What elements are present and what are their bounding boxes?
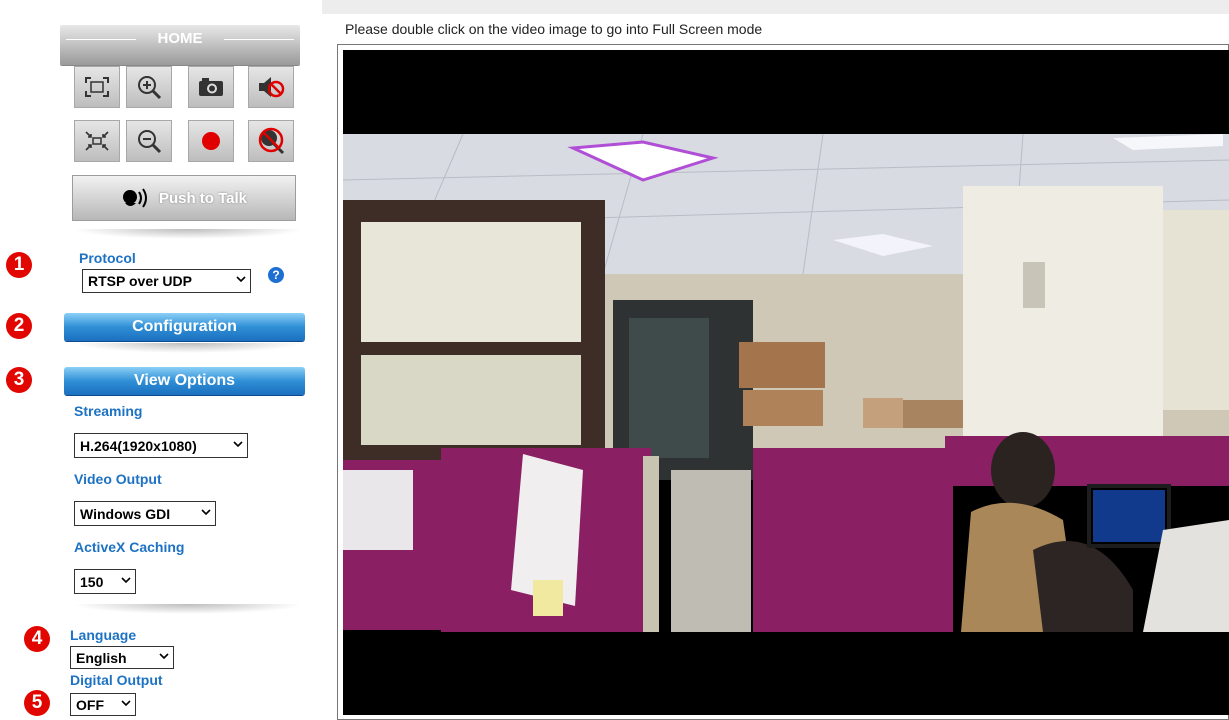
- language-select[interactable]: English: [70, 646, 174, 669]
- fit-screen-icon: [85, 77, 109, 97]
- exit-fullscreen-button[interactable]: [74, 120, 120, 162]
- camera-icon: [199, 78, 223, 96]
- streaming-select[interactable]: H.264(1920x1080): [74, 433, 248, 458]
- language-label: Language: [70, 627, 137, 643]
- step-badge-3: 3: [6, 367, 32, 393]
- protocol-label: Protocol: [79, 250, 136, 266]
- chevron-down-icon: [121, 576, 131, 583]
- streaming-value: H.264(1920x1080): [80, 437, 197, 454]
- view-options-button[interactable]: View Options: [64, 367, 305, 395]
- video-output-label: Video Output: [74, 471, 162, 487]
- fullscreen-button[interactable]: [74, 66, 120, 108]
- digital-output-label: Digital Output: [70, 672, 163, 688]
- record-button[interactable]: [188, 120, 234, 162]
- separator: [72, 229, 304, 239]
- activex-caching-select[interactable]: 150: [74, 569, 136, 594]
- mute-button[interactable]: [248, 66, 294, 108]
- left-control-panel: HOME Push to Talk 1 Protocol RTSP over U…: [0, 0, 330, 720]
- digital-output-select[interactable]: OFF: [70, 693, 136, 716]
- microphone-muted-icon: [258, 127, 285, 155]
- chevron-down-icon: [159, 652, 169, 659]
- microphone-mute-button[interactable]: [248, 120, 294, 162]
- activex-caching-value: 150: [80, 573, 104, 590]
- step-badge-1: 1: [6, 252, 32, 278]
- speaking-head-icon: [122, 188, 147, 208]
- video-output-select[interactable]: Windows GDI: [74, 501, 216, 526]
- live-video-view[interactable]: [343, 50, 1229, 715]
- digital-output-value: OFF: [76, 696, 104, 713]
- chevron-down-icon: [233, 440, 243, 447]
- chevron-down-icon: [121, 699, 131, 706]
- record-icon: [202, 132, 220, 150]
- push-to-talk-label: Push to Talk: [158, 189, 248, 207]
- step-badge-2: 2: [6, 313, 32, 339]
- protocol-value: RTSP over UDP: [88, 273, 192, 289]
- video-output-value: Windows GDI: [80, 505, 171, 522]
- snapshot-button[interactable]: [188, 66, 234, 108]
- speaker-muted-icon: [259, 77, 285, 98]
- zoom-in-button[interactable]: [126, 66, 172, 108]
- push-to-talk-button[interactable]: Push to Talk: [72, 175, 296, 221]
- protocol-select[interactable]: RTSP over UDP: [82, 269, 251, 293]
- activex-caching-label: ActiveX Caching: [74, 539, 185, 555]
- camera-feed-image: [343, 50, 1229, 715]
- chevron-down-icon: [201, 508, 211, 515]
- separator: [72, 604, 304, 614]
- language-value: English: [76, 649, 127, 666]
- top-bar: [322, 0, 1229, 14]
- streaming-label: Streaming: [74, 403, 143, 419]
- fullscreen-hint: Please double click on the video image t…: [345, 21, 763, 37]
- chevron-down-icon: [236, 276, 246, 283]
- zoom-out-icon: [138, 130, 162, 154]
- configuration-button[interactable]: Configuration: [64, 313, 305, 341]
- shrink-screen-icon: [85, 131, 109, 151]
- zoom-out-button[interactable]: [126, 120, 172, 162]
- help-icon[interactable]: ?: [268, 267, 284, 283]
- separator: [72, 343, 304, 353]
- step-badge-4: 4: [24, 626, 50, 652]
- zoom-in-icon: [138, 76, 162, 100]
- home-button[interactable]: HOME: [60, 25, 300, 65]
- step-badge-5: 5: [24, 690, 50, 716]
